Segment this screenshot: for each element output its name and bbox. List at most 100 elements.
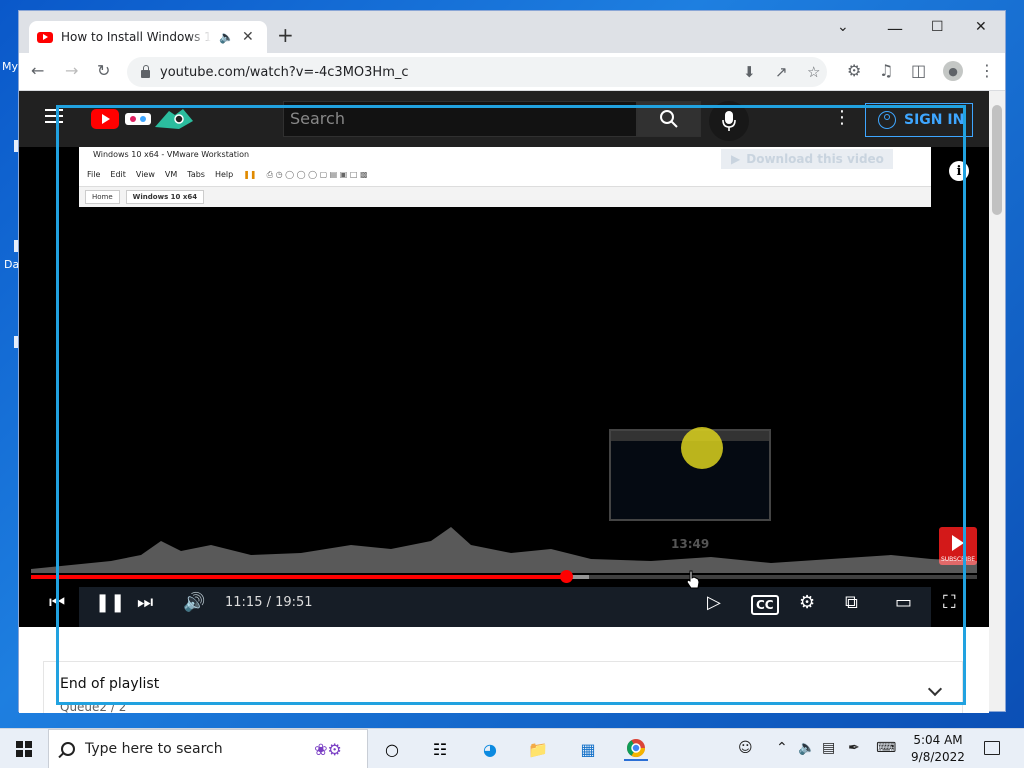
vmware-tabs: Home Windows 10 x64 <box>79 187 931 207</box>
tab-title: How to Install Windows 10 c <box>61 30 211 44</box>
speaker-icon[interactable]: 🔈 <box>798 740 815 756</box>
playlist-subtitle: Queue2 / 2 <box>60 700 127 713</box>
search-icon <box>660 110 678 128</box>
settings-gear-icon[interactable]: ⚙ <box>799 591 815 615</box>
extensions-puzzle-icon[interactable]: ⚙ <box>847 61 861 81</box>
vmware-menu-help: Help <box>214 170 234 179</box>
clock-date: 9/8/2022 <box>911 750 965 764</box>
install-app-icon[interactable]: ⬇ <box>743 63 756 81</box>
progress-bar[interactable] <box>31 570 977 583</box>
tab-youtube[interactable]: How to Install Windows 10 c 🔈 ✕ <box>29 21 267 53</box>
system-clock[interactable]: 5:04 AM 9/8/2022 <box>900 732 976 766</box>
vmware-menu-vm: VM <box>164 170 178 179</box>
maximize-icon[interactable]: ☐ <box>931 19 944 35</box>
chrome-browser-icon[interactable] <box>624 737 648 761</box>
youtube-header: Search ⋮ SIGN IN <box>19 91 989 147</box>
reload-icon[interactable]: ↻ <box>97 61 110 81</box>
pen-icon[interactable]: ✒ <box>848 740 860 756</box>
chrome-logo-icon <box>627 739 645 758</box>
desktop-label-my: My <box>2 60 19 73</box>
vmware-tab-windows: Windows 10 x64 <box>125 190 205 204</box>
youtube-page: Search ⋮ SIGN IN Windows 10 x64 - VMware… <box>19 91 989 713</box>
vmware-tab-home: Home <box>85 190 120 204</box>
user-circle-icon <box>878 111 896 129</box>
heatmap-wave <box>31 527 977 573</box>
vmware-menu-view: View <box>135 170 155 179</box>
browser-window: How to Install Windows 10 c 🔈 ✕ + ⌄ — ☐ … <box>18 10 1006 713</box>
clock-time: 5:04 AM <box>913 733 963 747</box>
tab-close-icon[interactable]: ✕ <box>242 29 254 45</box>
taskbar-search-placeholder: Type here to search <box>85 741 223 757</box>
microsoft-store-icon[interactable]: ▦ <box>576 737 600 761</box>
search-button[interactable] <box>637 101 701 137</box>
cortana-circle-icon[interactable]: ○ <box>380 737 404 761</box>
vmware-menu-file: File <box>87 170 101 179</box>
new-tab-button[interactable]: + <box>277 25 294 45</box>
vmware-menu-tabs: Tabs <box>187 170 205 179</box>
playlist-panel[interactable]: End of playlist Queue2 / 2 <box>43 661 963 713</box>
bookmark-star-icon[interactable]: ☆ <box>807 63 820 81</box>
playlist-title: End of playlist <box>60 676 160 692</box>
search-highlight-doodle-icon[interactable]: ❀⚙ <box>296 737 360 761</box>
tab-strip: How to Install Windows 10 c 🔈 ✕ + ⌄ — ☐ … <box>19 11 1005 53</box>
download-video-overlay: ▶ Download this video <box>721 149 893 169</box>
vmware-menu-edit: Edit <box>110 170 126 179</box>
download-overlay-label: Download this video <box>746 152 884 166</box>
progress-scrubber[interactable] <box>560 570 574 583</box>
side-panel-icon[interactable]: ◫ <box>911 61 926 81</box>
task-view-icon[interactable]: ☷ <box>428 737 452 761</box>
settings-kebab-icon[interactable]: ⋮ <box>833 107 851 128</box>
video-player[interactable]: Windows 10 x64 - VMware Workstation File… <box>19 147 989 627</box>
tab-search-chevron-icon[interactable]: ⌄ <box>837 19 849 35</box>
hand-cursor-icon <box>686 570 700 589</box>
miniplayer-icon[interactable]: ⧉ <box>845 591 858 615</box>
microphone-icon <box>722 111 736 131</box>
vmware-pause-icon: ❚❚ <box>243 170 257 179</box>
page-scrollbar[interactable] <box>989 91 1005 711</box>
previous-icon[interactable]: ⏮ <box>49 591 65 615</box>
voice-search-button[interactable] <box>709 101 749 141</box>
url-text[interactable]: youtube.com/watch?v=-4c3MO3Hm_c <box>160 65 409 80</box>
tray-chevron-up-icon[interactable]: ⌃ <box>776 740 788 756</box>
close-window-icon[interactable]: ✕ <box>975 19 987 35</box>
notification-icon[interactable] <box>984 741 1000 755</box>
profile-avatar-icon[interactable]: ● <box>943 61 963 81</box>
scroll-thumb[interactable] <box>992 105 1002 215</box>
media-queue-icon[interactable]: ♫ <box>879 61 893 81</box>
youtube-doodle-icon[interactable] <box>123 107 195 131</box>
sign-in-button[interactable]: SIGN IN <box>865 103 973 137</box>
search-input[interactable]: Search <box>283 101 637 137</box>
fullscreen-icon[interactable]: ⛶ <box>943 591 956 615</box>
captions-button[interactable]: CC <box>751 595 779 615</box>
hamburger-menu-icon[interactable] <box>45 109 63 123</box>
address-bar[interactable]: youtube.com/watch?v=-4c3MO3Hm_c ⬇ ↗ ☆ <box>127 57 827 87</box>
cursor-highlight <box>681 427 723 469</box>
lock-icon[interactable] <box>141 65 150 78</box>
minimize-icon[interactable]: — <box>887 19 903 38</box>
autoplay-toggle[interactable]: ▷ <box>707 591 721 615</box>
theater-mode-icon[interactable]: ▭ <box>895 591 912 615</box>
player-controls: ⏮ ❚❚ ⏭ 🔊 11:15 / 19:51 ▷ CC ⚙ ⧉ ▭ ⛶ <box>19 583 989 627</box>
people-icon[interactable]: ☺ <box>738 740 753 756</box>
pause-icon[interactable]: ❚❚ <box>95 591 125 615</box>
next-icon[interactable]: ⏭ <box>137 591 153 615</box>
share-icon[interactable]: ↗ <box>775 63 788 81</box>
windows-start-icon[interactable] <box>16 741 32 757</box>
windows-taskbar: Type here to search ❀⚙ ○ ☷ ◕ 📁 ▦ ☺ ⌃ 🔈 ▤… <box>0 728 1024 768</box>
network-icon[interactable]: ▤ <box>822 740 835 756</box>
file-explorer-icon[interactable]: 📁 <box>526 737 550 761</box>
edge-browser-icon[interactable]: ◕ <box>478 737 502 761</box>
info-icon[interactable]: i <box>949 161 969 181</box>
desktop-label-da: Da <box>4 258 20 271</box>
time-display: 11:15 / 19:51 <box>225 595 313 610</box>
keyboard-icon[interactable]: ⌨ <box>876 740 896 756</box>
sign-in-label: SIGN IN <box>904 112 965 128</box>
youtube-logo-icon[interactable] <box>91 109 119 129</box>
forward-arrow-icon[interactable]: → <box>65 61 78 81</box>
vmware-toolbar-icons: ⎙ ◷ ◯ ◯ ◯ ▢ ▤ ▣ □ ▩ <box>266 169 368 179</box>
speaker-icon[interactable]: 🔈 <box>219 30 234 44</box>
browser-menu-icon[interactable]: ⋮ <box>979 61 995 81</box>
back-arrow-icon[interactable]: ← <box>31 61 44 81</box>
chevron-down-icon[interactable] <box>927 681 943 697</box>
volume-icon[interactable]: 🔊 <box>183 591 205 615</box>
